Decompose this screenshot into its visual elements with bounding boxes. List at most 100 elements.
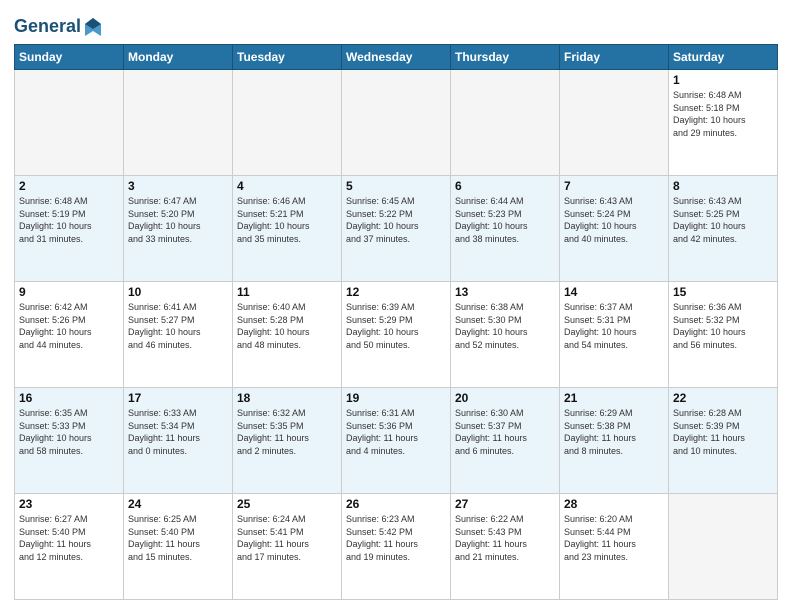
calendar-cell: 18 Sunrise: 6:32 AMSunset: 5:35 PMDayligh… [233, 388, 342, 494]
calendar-cell: 16 Sunrise: 6:35 AMSunset: 5:33 PMDayligh… [15, 388, 124, 494]
day-number: 8 [673, 179, 773, 193]
day-number: 19 [346, 391, 446, 405]
day-info: Sunrise: 6:41 AMSunset: 5:27 PMDaylight:… [128, 301, 228, 351]
day-number: 23 [19, 497, 119, 511]
logo: General [14, 16, 105, 38]
calendar-week-row: 1 Sunrise: 6:48 AMSunset: 5:18 PMDaylight… [15, 70, 778, 176]
day-number: 14 [564, 285, 664, 299]
day-number: 6 [455, 179, 555, 193]
day-number: 27 [455, 497, 555, 511]
calendar-cell [669, 494, 778, 600]
col-header-friday: Friday [560, 45, 669, 70]
calendar-cell [15, 70, 124, 176]
calendar-week-row: 2 Sunrise: 6:48 AMSunset: 5:19 PMDaylight… [15, 176, 778, 282]
day-number: 26 [346, 497, 446, 511]
day-number: 11 [237, 285, 337, 299]
calendar-cell: 28Sunrise: 6:20 AMSunset: 5:44 PMDayligh… [560, 494, 669, 600]
calendar-cell: 1 Sunrise: 6:48 AMSunset: 5:18 PMDaylight… [669, 70, 778, 176]
day-number: 20 [455, 391, 555, 405]
calendar-cell: 24 Sunrise: 6:25 AMSunset: 5:40 PMDayligh… [124, 494, 233, 600]
col-header-thursday: Thursday [451, 45, 560, 70]
day-number: 1 [673, 73, 773, 87]
day-number: 22 [673, 391, 773, 405]
day-number: 28 [564, 497, 664, 511]
calendar-cell: 22 Sunrise: 6:28 AMSunset: 5:39 PMDayligh… [669, 388, 778, 494]
day-number: 13 [455, 285, 555, 299]
day-number: 3 [128, 179, 228, 193]
page: General SundayMondayTuesdayWednesdayThur… [0, 0, 792, 612]
day-number: 18 [237, 391, 337, 405]
day-number: 16 [19, 391, 119, 405]
day-info: Sunrise: 6:40 AMSunset: 5:28 PMDaylight:… [237, 301, 337, 351]
calendar-cell: 20 Sunrise: 6:30 AMSunset: 5:37 PMDayligh… [451, 388, 560, 494]
day-number: 4 [237, 179, 337, 193]
calendar-cell: 8 Sunrise: 6:43 AMSunset: 5:25 PMDaylight… [669, 176, 778, 282]
day-number: 7 [564, 179, 664, 193]
day-number: 10 [128, 285, 228, 299]
day-number: 12 [346, 285, 446, 299]
day-number: 24 [128, 497, 228, 511]
day-info: Sunrise: 6:29 AMSunset: 5:38 PMDaylight:… [564, 407, 664, 457]
day-info: Sunrise: 6:37 AMSunset: 5:31 PMDaylight:… [564, 301, 664, 351]
day-number: 2 [19, 179, 119, 193]
calendar-cell: 19Sunrise: 6:31 AMSunset: 5:36 PMDayligh… [342, 388, 451, 494]
calendar-week-row: 9 Sunrise: 6:42 AMSunset: 5:26 PMDaylight… [15, 282, 778, 388]
day-info: Sunrise: 6:47 AMSunset: 5:20 PMDaylight:… [128, 195, 228, 245]
calendar-cell: 6 Sunrise: 6:44 AMSunset: 5:23 PMDaylight… [451, 176, 560, 282]
day-info: Sunrise: 6:22 AMSunset: 5:43 PMDaylight:… [455, 513, 555, 563]
calendar-cell: 2 Sunrise: 6:48 AMSunset: 5:19 PMDaylight… [15, 176, 124, 282]
calendar-cell [451, 70, 560, 176]
calendar-cell: 17Sunrise: 6:33 AMSunset: 5:34 PMDayligh… [124, 388, 233, 494]
calendar-cell [233, 70, 342, 176]
day-info: Sunrise: 6:48 AMSunset: 5:18 PMDaylight:… [673, 89, 773, 139]
calendar-cell: 10 Sunrise: 6:41 AMSunset: 5:27 PMDayligh… [124, 282, 233, 388]
calendar-cell [342, 70, 451, 176]
calendar-cell: 3 Sunrise: 6:47 AMSunset: 5:20 PMDaylight… [124, 176, 233, 282]
col-header-wednesday: Wednesday [342, 45, 451, 70]
day-info: Sunrise: 6:30 AMSunset: 5:37 PMDaylight:… [455, 407, 555, 457]
calendar-cell [124, 70, 233, 176]
calendar-cell: 5 Sunrise: 6:45 AMSunset: 5:22 PMDaylight… [342, 176, 451, 282]
day-info: Sunrise: 6:38 AMSunset: 5:30 PMDaylight:… [455, 301, 555, 351]
calendar-cell: 4 Sunrise: 6:46 AMSunset: 5:21 PMDaylight… [233, 176, 342, 282]
day-info: Sunrise: 6:42 AMSunset: 5:26 PMDaylight:… [19, 301, 119, 351]
day-number: 21 [564, 391, 664, 405]
day-number: 25 [237, 497, 337, 511]
day-info: Sunrise: 6:28 AMSunset: 5:39 PMDaylight:… [673, 407, 773, 457]
day-info: Sunrise: 6:44 AMSunset: 5:23 PMDaylight:… [455, 195, 555, 245]
calendar-cell: 26 Sunrise: 6:23 AMSunset: 5:42 PMDayligh… [342, 494, 451, 600]
day-info: Sunrise: 6:25 AMSunset: 5:40 PMDaylight:… [128, 513, 228, 563]
day-info: Sunrise: 6:43 AMSunset: 5:25 PMDaylight:… [673, 195, 773, 245]
day-info: Sunrise: 6:45 AMSunset: 5:22 PMDaylight:… [346, 195, 446, 245]
col-header-saturday: Saturday [669, 45, 778, 70]
calendar-week-row: 23 Sunrise: 6:27 AMSunset: 5:40 PMDayligh… [15, 494, 778, 600]
day-info: Sunrise: 6:27 AMSunset: 5:40 PMDaylight:… [19, 513, 119, 563]
calendar-table: SundayMondayTuesdayWednesdayThursdayFrid… [14, 44, 778, 600]
calendar-cell: 9 Sunrise: 6:42 AMSunset: 5:26 PMDaylight… [15, 282, 124, 388]
calendar-cell: 11 Sunrise: 6:40 AMSunset: 5:28 PMDayligh… [233, 282, 342, 388]
day-info: Sunrise: 6:32 AMSunset: 5:35 PMDaylight:… [237, 407, 337, 457]
calendar-cell: 27 Sunrise: 6:22 AMSunset: 5:43 PMDayligh… [451, 494, 560, 600]
day-info: Sunrise: 6:46 AMSunset: 5:21 PMDaylight:… [237, 195, 337, 245]
calendar-cell: 15Sunrise: 6:36 AMSunset: 5:32 PMDayligh… [669, 282, 778, 388]
calendar-header-row: SundayMondayTuesdayWednesdayThursdayFrid… [15, 45, 778, 70]
logo-icon [83, 16, 103, 38]
header: General [14, 12, 778, 38]
day-info: Sunrise: 6:35 AMSunset: 5:33 PMDaylight:… [19, 407, 119, 457]
day-info: Sunrise: 6:33 AMSunset: 5:34 PMDaylight:… [128, 407, 228, 457]
col-header-monday: Monday [124, 45, 233, 70]
day-number: 9 [19, 285, 119, 299]
calendar-cell: 21 Sunrise: 6:29 AMSunset: 5:38 PMDayligh… [560, 388, 669, 494]
col-header-tuesday: Tuesday [233, 45, 342, 70]
calendar-week-row: 16 Sunrise: 6:35 AMSunset: 5:33 PMDayligh… [15, 388, 778, 494]
day-info: Sunrise: 6:24 AMSunset: 5:41 PMDaylight:… [237, 513, 337, 563]
day-info: Sunrise: 6:48 AMSunset: 5:19 PMDaylight:… [19, 195, 119, 245]
logo-text-general: General [14, 17, 81, 37]
calendar-cell: 12Sunrise: 6:39 AMSunset: 5:29 PMDayligh… [342, 282, 451, 388]
day-number: 5 [346, 179, 446, 193]
calendar-cell: 7 Sunrise: 6:43 AMSunset: 5:24 PMDaylight… [560, 176, 669, 282]
calendar-cell [560, 70, 669, 176]
day-info: Sunrise: 6:36 AMSunset: 5:32 PMDaylight:… [673, 301, 773, 351]
day-info: Sunrise: 6:23 AMSunset: 5:42 PMDaylight:… [346, 513, 446, 563]
day-info: Sunrise: 6:43 AMSunset: 5:24 PMDaylight:… [564, 195, 664, 245]
